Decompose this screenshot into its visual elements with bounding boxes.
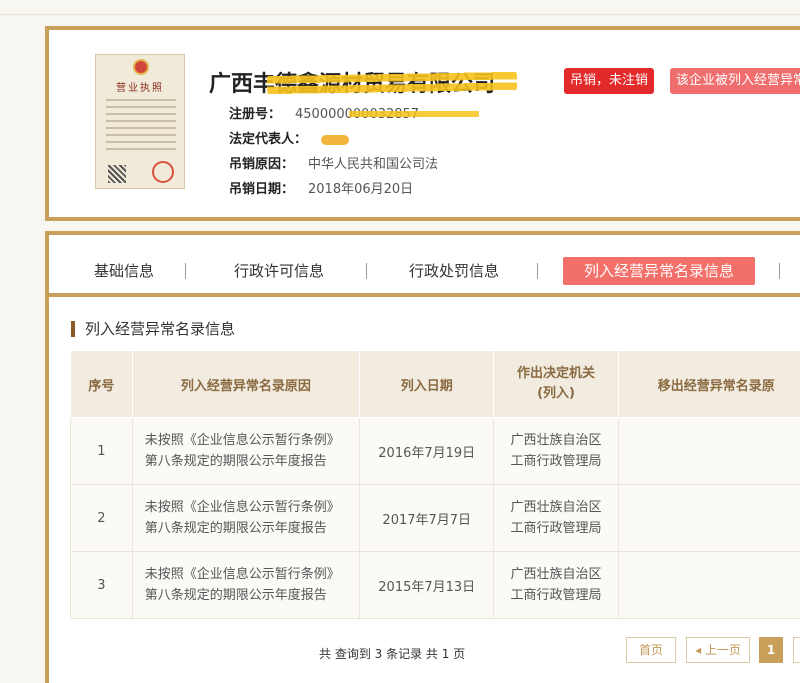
col-header-reason: 列入经营异常名录原因 xyxy=(131,350,361,418)
col-header-org: 作出决定机关 (列入) xyxy=(493,350,619,418)
first-page-button[interactable]: 首页 xyxy=(626,637,676,663)
redaction-mark-reg xyxy=(349,106,479,122)
legal-rep-row: 法定代表人： xyxy=(229,128,350,147)
license-title: 营业执照 xyxy=(116,83,164,94)
revoke-date-row: 吊销日期： 2018年06月20日 xyxy=(229,178,413,197)
tab-divider xyxy=(537,263,538,279)
revoke-date-label: 吊销日期： xyxy=(229,182,295,197)
tab-divider xyxy=(185,263,186,279)
cell-removal xyxy=(617,551,800,619)
national-emblem-icon xyxy=(133,59,149,75)
official-seal-icon xyxy=(152,161,174,183)
cell-removal xyxy=(617,417,800,485)
reason-line-2: 第八条规定的期限公示年度报告 xyxy=(144,588,327,603)
current-page-button[interactable]: 1 xyxy=(759,637,783,663)
cell-no: 3 xyxy=(70,551,133,619)
tab-basic-info[interactable]: 基础信息 xyxy=(79,257,169,285)
redaction-mark xyxy=(266,65,518,101)
col-header-no: 序号 xyxy=(70,350,133,418)
col-header-org-label: 作出决定机关 (列入) xyxy=(517,366,596,401)
col-header-date: 列入日期 xyxy=(359,350,495,418)
table-row: 3 未按照《企业信息公示暂行条例》 第八条规定的期限公示年度报告 2015年7月1… xyxy=(70,551,800,619)
cell-no: 1 xyxy=(70,417,133,485)
col-header-removal: 移出经营异常名录原 xyxy=(617,350,800,418)
top-divider xyxy=(0,14,800,15)
license-text-lines xyxy=(106,99,176,155)
org-line-1: 广西壮族自治区 xyxy=(510,567,602,582)
detail-card: 基础信息 行政许可信息 行政处罚信息 列入经营异常名录信息 列入经营异常名录信息… xyxy=(45,231,800,683)
cell-date: 2016年7月19日 xyxy=(359,417,495,485)
tab-abnormal-list[interactable]: 列入经营异常名录信息 xyxy=(563,257,755,285)
cell-org: 广西壮族自治区 工商行政管理局 xyxy=(493,551,619,619)
prev-page-button[interactable]: ◂ 上一页 xyxy=(686,637,750,663)
redaction-mark-name xyxy=(321,134,350,145)
pagination-summary: 共 查询到 3 条记录 共 1 页 xyxy=(319,647,466,661)
qr-code-icon xyxy=(108,165,126,183)
cell-no: 2 xyxy=(70,484,133,552)
cell-removal xyxy=(617,484,800,552)
reason-line-2: 第八条规定的期限公示年度报告 xyxy=(144,521,327,536)
abnormal-list-table: 序号 列入经营异常名录原因 列入日期 作出决定机关 (列入) 移出经营异常名录原… xyxy=(70,350,800,619)
table-row: 1 未按照《企业信息公示暂行条例》 第八条规定的期限公示年度报告 2016年7月1… xyxy=(70,417,800,485)
table-row: 2 未按照《企业信息公示暂行条例》 第八条规定的期限公示年度报告 2017年7月7… xyxy=(70,484,800,552)
cell-org: 广西壮族自治区 工商行政管理局 xyxy=(493,484,619,552)
org-line-1: 广西壮族自治区 xyxy=(510,433,602,448)
section-title: 列入经营异常名录信息 xyxy=(71,321,235,337)
next-page-button[interactable] xyxy=(793,637,800,663)
cell-reason: 未按照《企业信息公示暂行条例》 第八条规定的期限公示年度报告 xyxy=(131,484,361,552)
tab-admin-license[interactable]: 行政许可信息 xyxy=(219,257,339,285)
revoke-reason-label: 吊销原因： xyxy=(229,157,295,172)
tab-admin-penalty[interactable]: 行政处罚信息 xyxy=(394,257,514,285)
cell-reason: 未按照《企业信息公示暂行条例》 第八条规定的期限公示年度报告 xyxy=(131,417,361,485)
reason-line-1: 未按照《企业信息公示暂行条例》 xyxy=(144,567,340,582)
reason-line-1: 未按照《企业信息公示暂行条例》 xyxy=(144,433,340,448)
revoke-reason-row: 吊销原因： 中华人民共和国公司法 xyxy=(229,153,438,172)
tab-bar: 基础信息 行政许可信息 行政处罚信息 列入经营异常名录信息 xyxy=(49,235,800,297)
revoke-reason-value: 中华人民共和国公司法 xyxy=(308,157,439,172)
revoke-date-value: 2018年06月20日 xyxy=(308,182,414,197)
org-line-1: 广西壮族自治区 xyxy=(510,500,602,515)
tab-divider xyxy=(366,263,367,279)
reason-line-2: 第八条规定的期限公示年度报告 xyxy=(144,454,327,469)
table-header-row: 序号 列入经营异常名录原因 列入日期 作出决定机关 (列入) 移出经营异常名录原 xyxy=(70,350,800,418)
status-badge-abnormal: 该企业被列入经营异常 xyxy=(670,68,800,94)
cell-reason: 未按照《企业信息公示暂行条例》 第八条规定的期限公示年度报告 xyxy=(131,551,361,619)
org-line-2: 工商行政管理局 xyxy=(510,521,602,536)
cell-date: 2015年7月13日 xyxy=(359,551,495,619)
reg-number-label: 注册号： xyxy=(229,107,282,122)
cell-date: 2017年7月7日 xyxy=(359,484,495,552)
status-badge-revoked: 吊销，未注销 xyxy=(564,68,655,94)
tab-divider xyxy=(779,263,780,279)
business-license-image[interactable]: 营业执照 xyxy=(95,54,185,189)
org-line-2: 工商行政管理局 xyxy=(510,588,602,603)
cell-org: 广西壮族自治区 工商行政管理局 xyxy=(493,417,619,485)
company-header-card: 营业执照 广西丰德鑫源材贸易有限公司 吊销，未注销 该企业被列入经营异常 注册号… xyxy=(45,26,800,221)
org-line-2: 工商行政管理局 xyxy=(510,454,602,469)
reason-line-1: 未按照《企业信息公示暂行条例》 xyxy=(144,500,340,515)
legal-rep-label: 法定代表人： xyxy=(229,132,308,147)
